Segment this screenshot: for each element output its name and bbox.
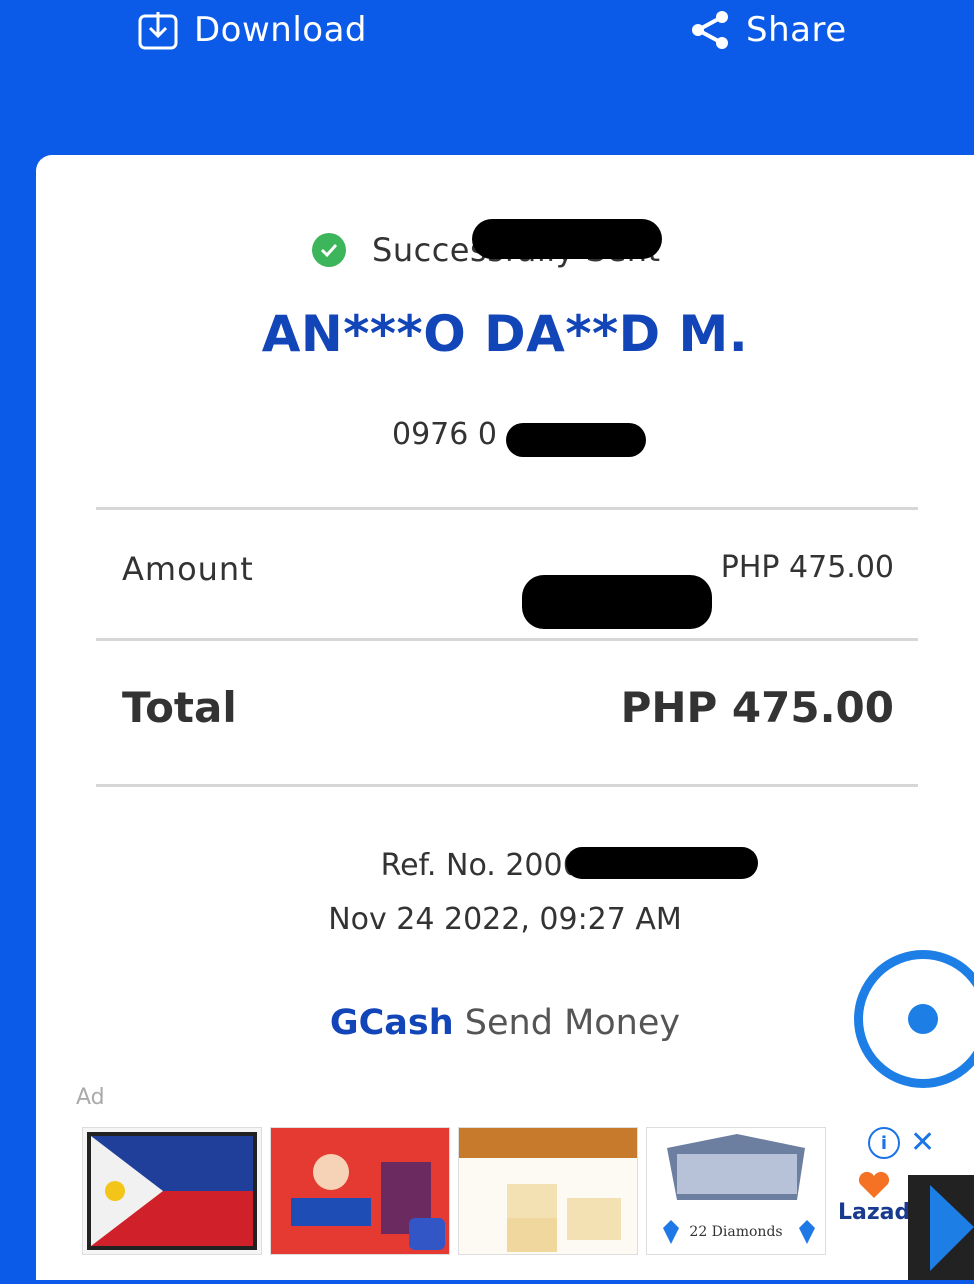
- redaction-mark: [472, 219, 662, 259]
- play-icon: [930, 1185, 974, 1271]
- ad-info-icon[interactable]: i: [868, 1127, 900, 1159]
- ad-label: Ad: [76, 1085, 105, 1110]
- ad-tile-caption: 22 Diamonds: [689, 1224, 783, 1240]
- amount-value: PHP 475.00: [720, 550, 894, 585]
- transaction-datetime: Nov 24 2022, 09:27 AM: [328, 902, 682, 937]
- lazada-advertiser: Lazad: [838, 1200, 911, 1225]
- ad-tile-mobile-legends[interactable]: 22 Diamonds: [646, 1127, 826, 1255]
- ad-tile-promo[interactable]: [270, 1127, 450, 1255]
- divider: [96, 784, 918, 787]
- share-label: Share: [746, 10, 847, 50]
- divider: [96, 507, 918, 510]
- share-button[interactable]: Share: [688, 8, 847, 52]
- ad-controls: i ✕: [868, 1127, 935, 1159]
- total-value: PHP 475.00: [620, 683, 894, 732]
- food-product-image: [459, 1128, 637, 1254]
- reference-number: Ref. No. 2006 87: [380, 848, 630, 883]
- service-name: Send Money: [464, 1003, 681, 1043]
- download-icon: [138, 12, 178, 50]
- philippine-flag-image: [87, 1132, 257, 1250]
- reference-block: Ref. No. 2006 87 Nov 24 2022, 09:27 AM: [36, 839, 974, 947]
- ad-banner[interactable]: 22 Diamonds: [82, 1127, 826, 1255]
- download-label: Download: [194, 10, 368, 50]
- success-check-icon: [312, 233, 346, 267]
- redaction-mark: [506, 423, 646, 457]
- share-icon: [692, 11, 728, 49]
- gcash-brand: GCash: [329, 1003, 454, 1043]
- redaction-mark: [522, 575, 712, 629]
- ad-close-icon[interactable]: ✕: [910, 1128, 935, 1158]
- divider: [96, 638, 918, 641]
- gcash-service-label: GCash Send Money: [36, 1003, 974, 1043]
- recipient-name: AN***O DA**D M.: [261, 305, 749, 363]
- top-action-bar: Download Share: [0, 0, 974, 160]
- mobile-number: 0976 0: [392, 417, 497, 452]
- ad-tile-food[interactable]: [458, 1127, 638, 1255]
- lazada-heart-icon: [858, 1171, 890, 1198]
- download-button[interactable]: Download: [136, 8, 367, 52]
- ad-tile-flag[interactable]: [82, 1127, 262, 1255]
- redaction-mark: [566, 847, 758, 879]
- record-dot-icon: [908, 1004, 938, 1034]
- total-label: Total: [122, 683, 237, 732]
- play-overlay[interactable]: [908, 1175, 974, 1280]
- promo-poster-image: [271, 1128, 449, 1254]
- receipt-card: Successfully Sent AN***O DA**D M. 0976 0…: [36, 155, 974, 1280]
- amount-label: Amount: [122, 550, 254, 588]
